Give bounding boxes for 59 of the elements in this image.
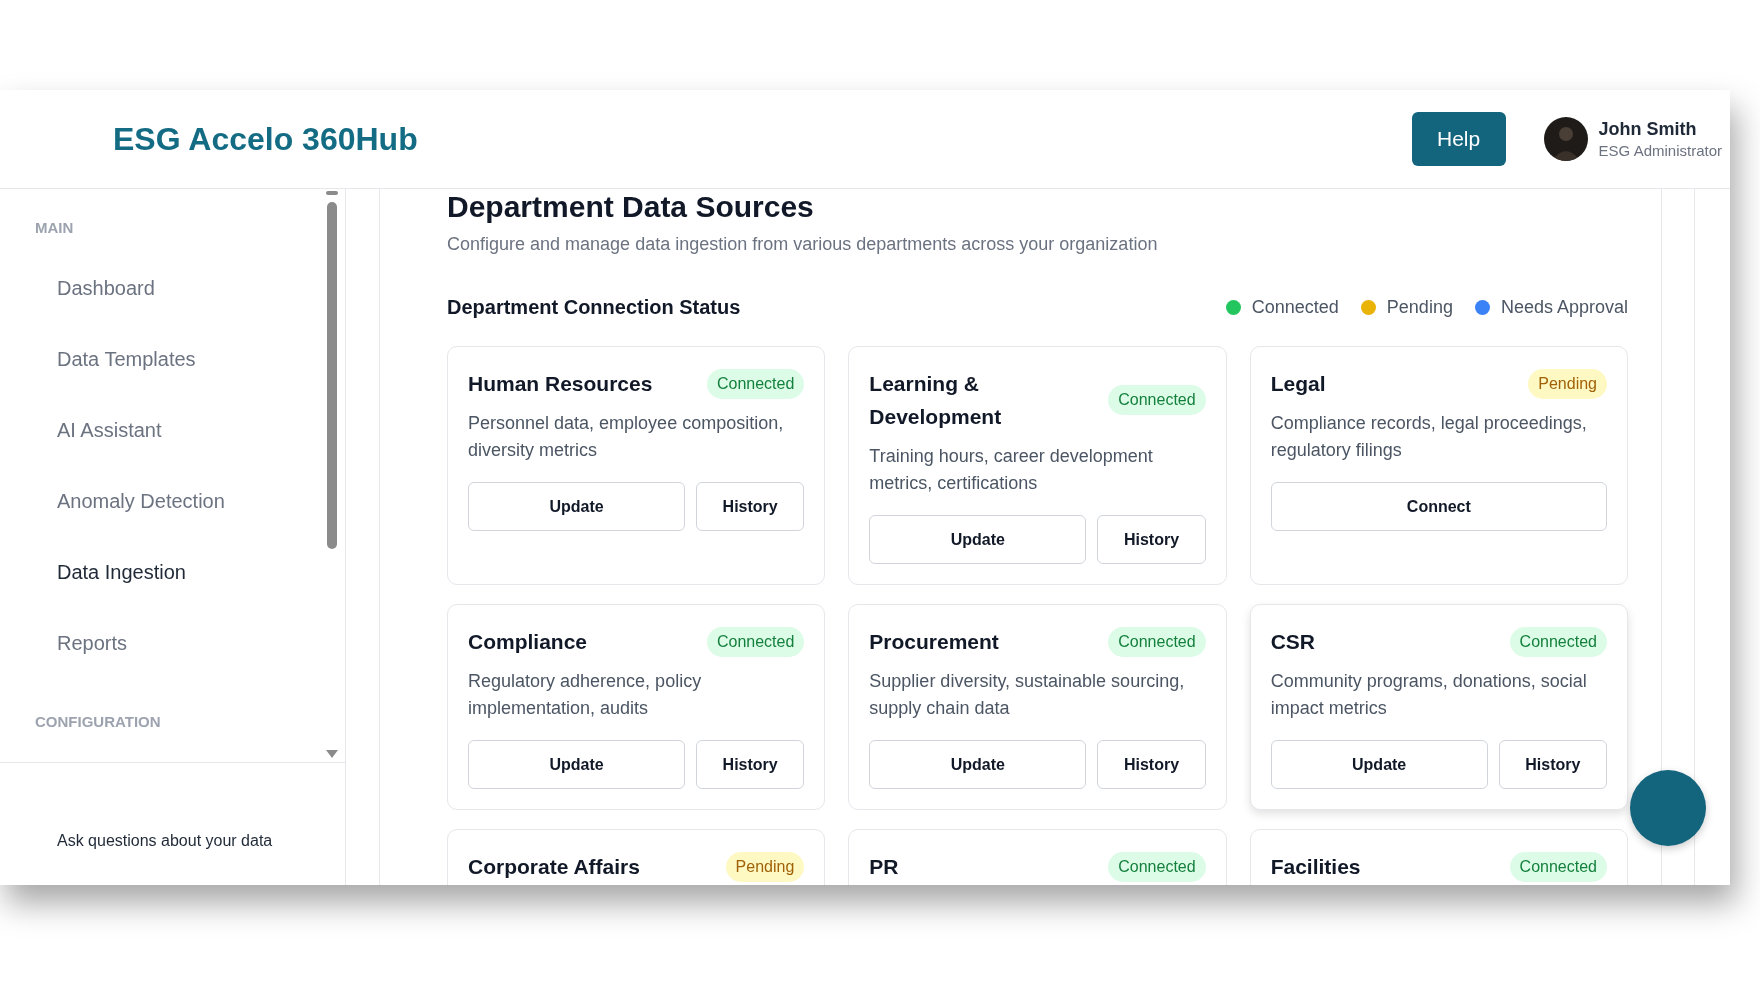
section-title: Department Connection Status <box>447 295 741 320</box>
department-description: Community programs, donations, social impact metrics <box>1270 670 1588 720</box>
department-name: Procurement <box>869 629 999 655</box>
department-description: Personnel data, employee composition, diversity metrics <box>468 412 785 462</box>
page-subtitle: Configure and manage data ingestion from various departments across your organization <box>447 233 1159 256</box>
section-heading: CONFIGURATION <box>35 711 162 732</box>
user-name: John Smith <box>1598 118 1698 141</box>
nav-item[interactable]: Data Templates <box>35 343 345 415</box>
department-name: CSR <box>1270 629 1315 655</box>
status-badge: Connected <box>1509 626 1607 657</box>
user-role: ESG Administrator <box>1598 141 1722 161</box>
chat-fab[interactable] <box>1630 770 1706 846</box>
avatar <box>1543 117 1588 161</box>
scrollbar-thumb[interactable] <box>327 202 337 549</box>
history-button[interactable]: History <box>696 482 805 531</box>
legend-label: Pending <box>1386 295 1453 319</box>
scroll-up-icon[interactable] <box>326 191 338 195</box>
department-description: Regulatory adherence, policy implementation, audits <box>468 670 703 720</box>
page-title: Department Data Sources <box>447 189 815 225</box>
department-name: Learning & Development <box>869 371 1003 430</box>
status-badge: Connected <box>1108 385 1206 415</box>
department-name: PR <box>869 854 899 880</box>
help-button[interactable]: Help <box>1411 112 1506 166</box>
department-name: Corporate Affairs <box>468 854 640 880</box>
history-button[interactable]: History <box>1097 740 1206 789</box>
status-badge: Connected <box>706 626 805 657</box>
history-button[interactable]: History <box>1498 740 1607 789</box>
legend-label: Needs Approval <box>1500 295 1628 319</box>
status-badge: Connected <box>1509 851 1607 882</box>
department-name: Compliance <box>468 629 588 655</box>
section-heading: MAIN <box>35 218 75 238</box>
nav-item[interactable]: Anomaly Detection <box>35 485 345 557</box>
update-button[interactable]: Update <box>468 482 685 531</box>
status-badge: Connected <box>706 368 805 399</box>
department-description: Training hours, career development metrics, certifications <box>869 445 1154 495</box>
ai-prompt-text: Ask questions about your data <box>56 831 274 851</box>
connect-button[interactable]: Connect <box>1270 482 1607 531</box>
update-button[interactable]: Update <box>869 515 1087 564</box>
status-badge: Connected <box>1108 851 1206 882</box>
department-name: Human Resources <box>468 371 653 397</box>
department-description: Supplier diversity, sustainable sourcing, supply chain data <box>869 670 1186 720</box>
status-badge: Connected <box>1108 626 1206 657</box>
legend-label: Connected <box>1251 295 1339 319</box>
department-name: Legal <box>1270 371 1326 397</box>
history-button[interactable]: History <box>1097 515 1206 564</box>
app-title: ESG Accelo 360Hub <box>113 120 418 159</box>
nav-item[interactable]: AI Assistant <box>35 414 345 486</box>
department-description: Compliance records, legal proceedings, regulatory filings <box>1270 412 1588 462</box>
update-button[interactable]: Update <box>869 740 1087 789</box>
update-button[interactable]: Update <box>468 740 685 789</box>
status-badge: Pending <box>725 851 805 882</box>
nav-item[interactable]: Reports <box>35 627 345 699</box>
scroll-down-icon[interactable] <box>326 750 338 758</box>
status-badge: Pending <box>1528 368 1607 399</box>
nav-item[interactable]: Data Ingestion <box>35 556 345 628</box>
department-name: Facilities <box>1270 854 1361 880</box>
update-button[interactable]: Update <box>1270 740 1488 789</box>
history-button[interactable]: History <box>696 740 805 789</box>
nav-item[interactable]: Dashboard <box>35 272 345 344</box>
